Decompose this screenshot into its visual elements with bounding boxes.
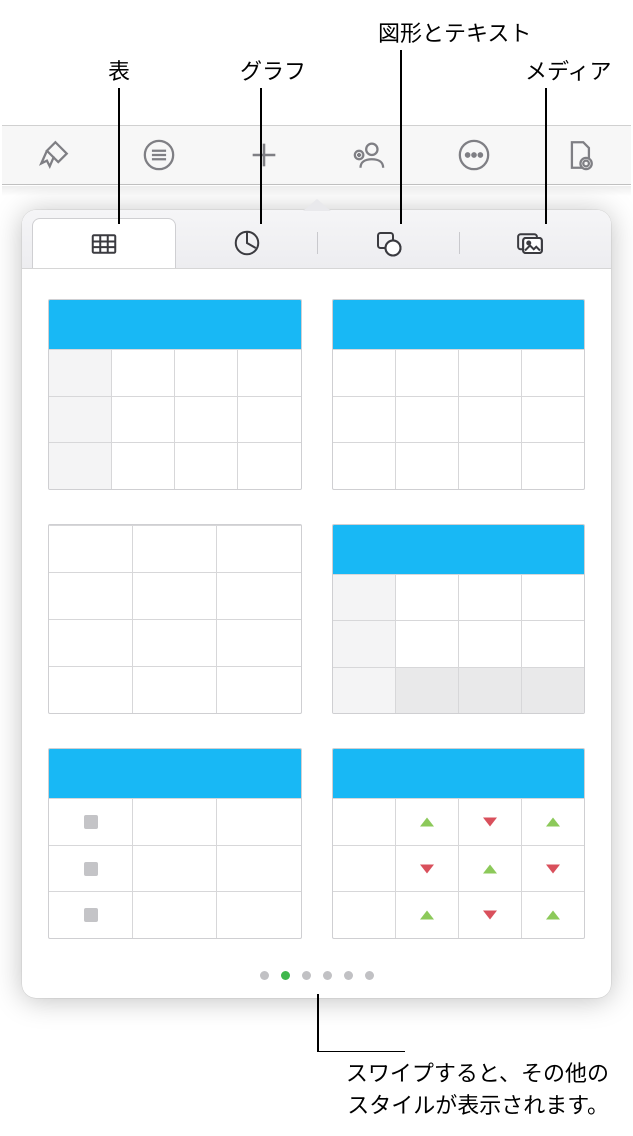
layers-icon[interactable] [142,138,176,172]
swipe-hint-line1: スワイプすると、その他の [346,1058,609,1090]
segment-media[interactable] [459,218,601,268]
callout-chart: グラフ [240,54,306,86]
callout-media: メディア [525,54,611,86]
popover-caret [303,199,331,211]
document-icon[interactable] [562,138,596,172]
page-dot[interactable] [260,971,269,980]
main-toolbar [2,125,631,185]
callout-shape-text: 図形とテキスト [378,16,531,48]
table-style-6[interactable] [332,748,586,939]
swipe-hint: スワイプすると、その他の スタイルが表示されます。 [346,1058,609,1122]
plus-icon[interactable] [247,138,281,172]
collaborate-icon[interactable] [352,138,386,172]
page-dot[interactable] [323,971,332,980]
table-style-5[interactable] [48,748,302,939]
page-dots[interactable] [22,957,611,998]
insert-popover [22,210,611,998]
page-dot-active[interactable] [281,971,290,980]
insert-segmented-control [22,210,611,269]
table-style-2[interactable] [332,299,586,490]
table-style-4[interactable] [332,524,586,715]
segment-shape-text[interactable] [318,218,460,268]
toolbar-shadow [2,186,631,196]
more-icon[interactable] [457,138,491,172]
page-dot[interactable] [344,971,353,980]
segment-table[interactable] [32,218,176,268]
table-style-3[interactable] [48,524,302,715]
page-dot[interactable] [302,971,311,980]
table-style-1[interactable] [48,299,302,490]
format-brush-icon[interactable] [37,138,71,172]
page-dot[interactable] [365,971,374,980]
callout-line-bottom [317,994,319,1052]
segment-chart[interactable] [176,218,318,268]
callout-line-bottom-h [317,1051,405,1053]
swipe-hint-line2: スタイルが表示されます。 [346,1090,609,1122]
callout-table: 表 [108,54,130,86]
table-styles-grid[interactable] [22,269,611,957]
